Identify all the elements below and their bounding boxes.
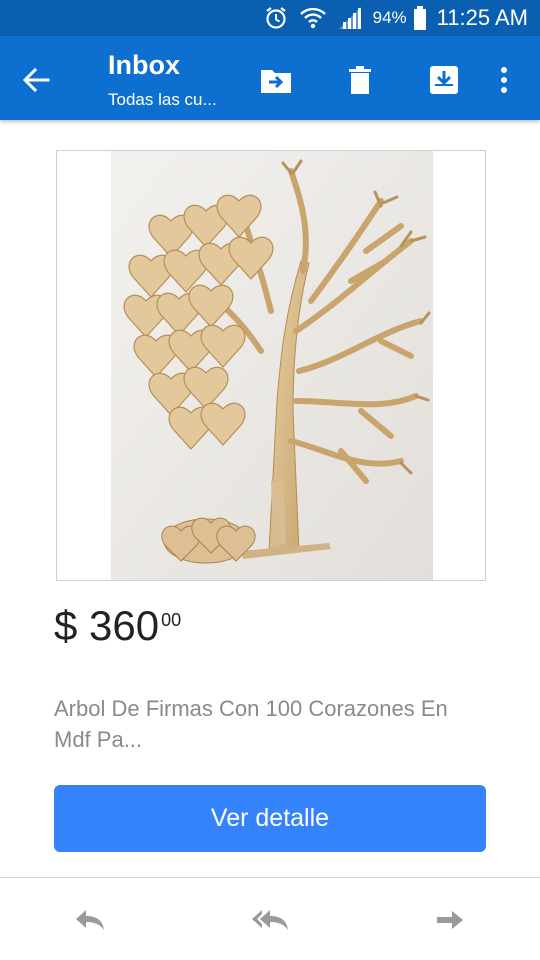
delete-icon[interactable] [340, 60, 380, 100]
account-subtitle[interactable]: Todas las cu... [108, 90, 217, 110]
archive-download-icon[interactable] [424, 60, 464, 100]
clock: 11:25 AM [436, 5, 528, 30]
alarm-icon [263, 5, 289, 31]
reply-all-icon[interactable] [248, 900, 292, 940]
view-detail-button[interactable]: Ver detalle [54, 785, 486, 852]
divider [0, 877, 540, 878]
wifi-icon [299, 5, 327, 31]
battery-icon [413, 5, 427, 31]
product-price: $ 360 00 [54, 602, 181, 650]
product-image[interactable] [56, 150, 486, 581]
product-description[interactable]: Arbol De Firmas Con 100 Corazones En Mdf… [54, 693, 484, 755]
move-to-folder-icon[interactable] [256, 60, 296, 100]
signal-icon [337, 5, 363, 31]
status-bar: 94% 11:25 AM [0, 0, 540, 36]
battery-percent: 94% [372, 8, 407, 27]
app-bar: Inbox Todas las cu... [0, 36, 540, 120]
tree-illustration [111, 151, 433, 580]
back-arrow-icon[interactable] [18, 62, 54, 98]
reply-icon[interactable] [68, 900, 112, 940]
more-options-icon[interactable] [484, 60, 524, 100]
forward-icon[interactable] [428, 900, 472, 940]
price-cents: 00 [161, 610, 182, 630]
app-title: Inbox [108, 50, 180, 80]
price-amount: $ 360 [54, 602, 160, 649]
